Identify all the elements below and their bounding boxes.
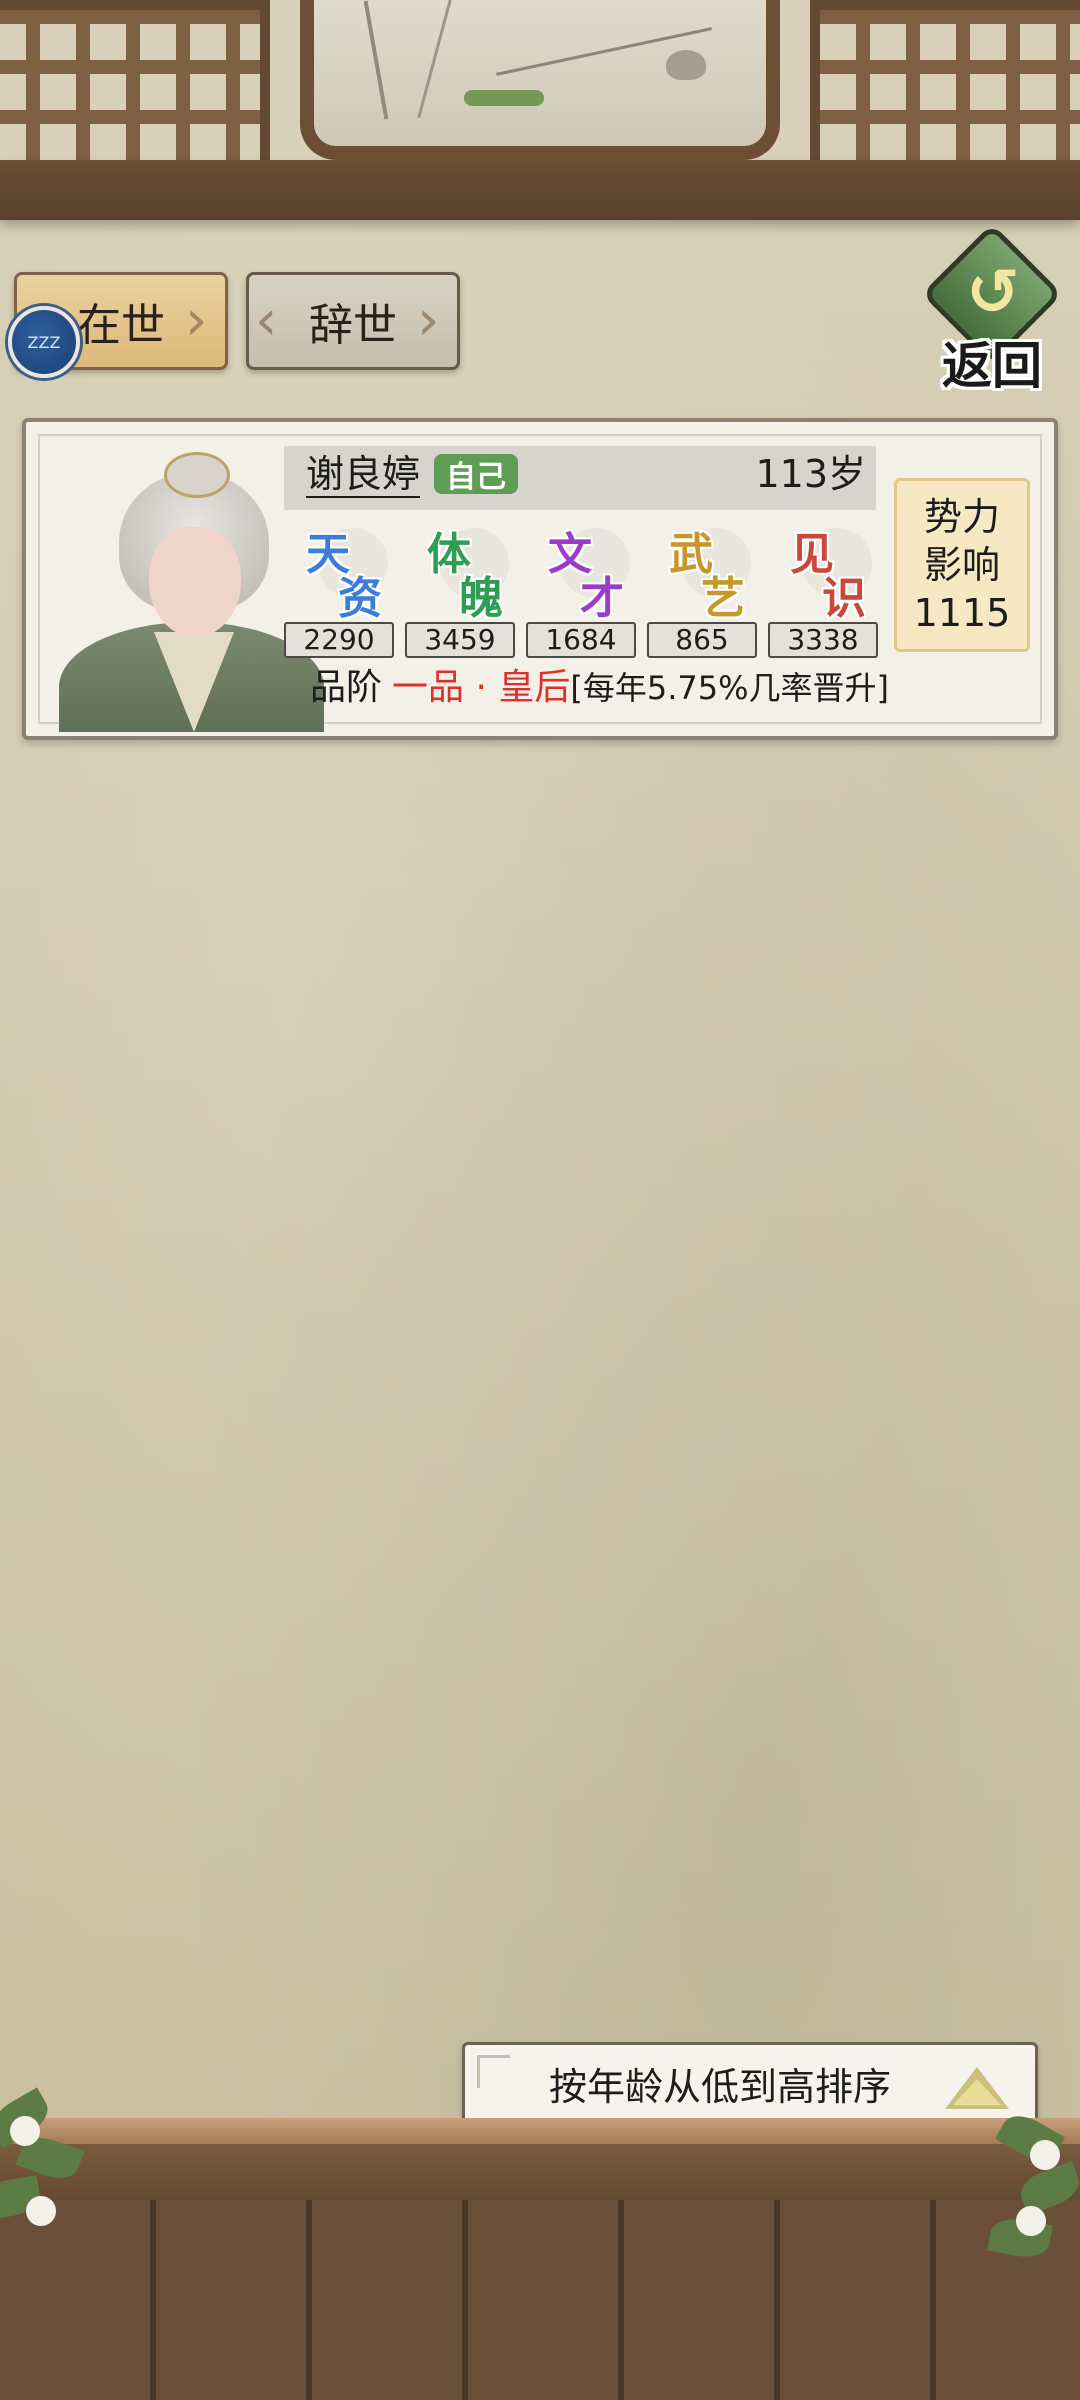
character-age: 113岁 [755,452,866,496]
painting-seal [464,90,544,106]
attr-char: 才 [580,573,624,624]
sort-label: 按年龄从低到高排序 [549,2065,892,2109]
sort-button[interactable]: 按年龄从低到高排序 [462,2042,1038,2130]
top-beam [0,160,1080,220]
ink-painting [300,0,780,160]
plant-right [987,2107,1080,2280]
flower-icon [14,2120,36,2142]
plant-left [0,2080,90,2250]
chevron-right-icon: › [417,288,440,353]
portrait-face [149,527,241,637]
bubble-text: ZZZ [27,332,61,352]
attr-char: 资 [338,573,382,624]
chevron-left-icon: ‹ [255,288,278,353]
lattice-right [810,0,1080,170]
influence-line1: 势力 [923,495,1000,539]
tab-deceased[interactable]: ‹ 辞世 › [246,272,460,370]
bottom-shelf [0,2118,1080,2144]
back-button[interactable]: ↺ 返回 [921,223,1063,395]
flower-icon [1020,2210,1042,2232]
attr-literary-value: 1684 [526,622,636,658]
attr-char: 魄 [459,573,503,624]
leaf-icon [1015,2160,1080,2216]
tab-alive-label: 在世 [77,300,165,351]
rank-row: 品阶 一品 · 皇后[每年5.75%几率晋升] [310,666,889,710]
portrait-bun [164,452,230,498]
top-frame [0,0,1080,300]
influence-line2: 影响 [923,543,1000,587]
sort-corner-decor [477,2055,510,2088]
flower-icon [1034,2144,1056,2166]
self-badge: 自己 [434,454,518,495]
triangle-up-icon-inner [953,2079,1001,2105]
attr-physique: 体 魄 [409,518,519,624]
chevron-right-icon: › [185,288,208,353]
bottom-beam [0,2144,1080,2200]
attr-knowledge: 见 识 [772,518,882,624]
character-card[interactable]: 谢良婷 自己 113岁 天 资 2290 体 魄 3459 文 才 1684 武… [22,418,1058,740]
tab-deceased-label: 辞世 [309,300,397,351]
wooden-floor [0,2200,1080,2400]
attr-char: 识 [822,573,866,624]
attr-talent-value: 2290 [284,622,394,658]
floating-bubble[interactable]: ZZZ [8,306,80,378]
rank-note: [每年5.75%几率晋升] [570,669,889,707]
return-arrow-icon: ↺ [966,256,1020,330]
rank-value: 一品 · 皇后 [392,667,571,708]
attr-knowledge-value: 3338 [768,622,878,658]
attr-char: 艺 [701,573,745,624]
character-name: 谢良婷 [306,452,421,498]
attr-talent: 天 资 [288,518,398,624]
painting-stroke [417,0,454,119]
influence-box: 势力 影响 1115 [894,478,1030,652]
lattice-left [0,0,270,170]
moth-icon [666,50,706,80]
attr-physique-value: 3459 [405,622,515,658]
influence-value: 1115 [913,591,1011,635]
attr-literary: 文 才 [530,518,640,624]
back-label: 返回 [942,337,1042,395]
flower-icon [30,2200,52,2222]
attr-martial-value: 865 [647,622,757,658]
attr-martial: 武 艺 [651,518,761,624]
painting-stroke [363,0,389,120]
rank-label: 品阶 [310,667,383,708]
